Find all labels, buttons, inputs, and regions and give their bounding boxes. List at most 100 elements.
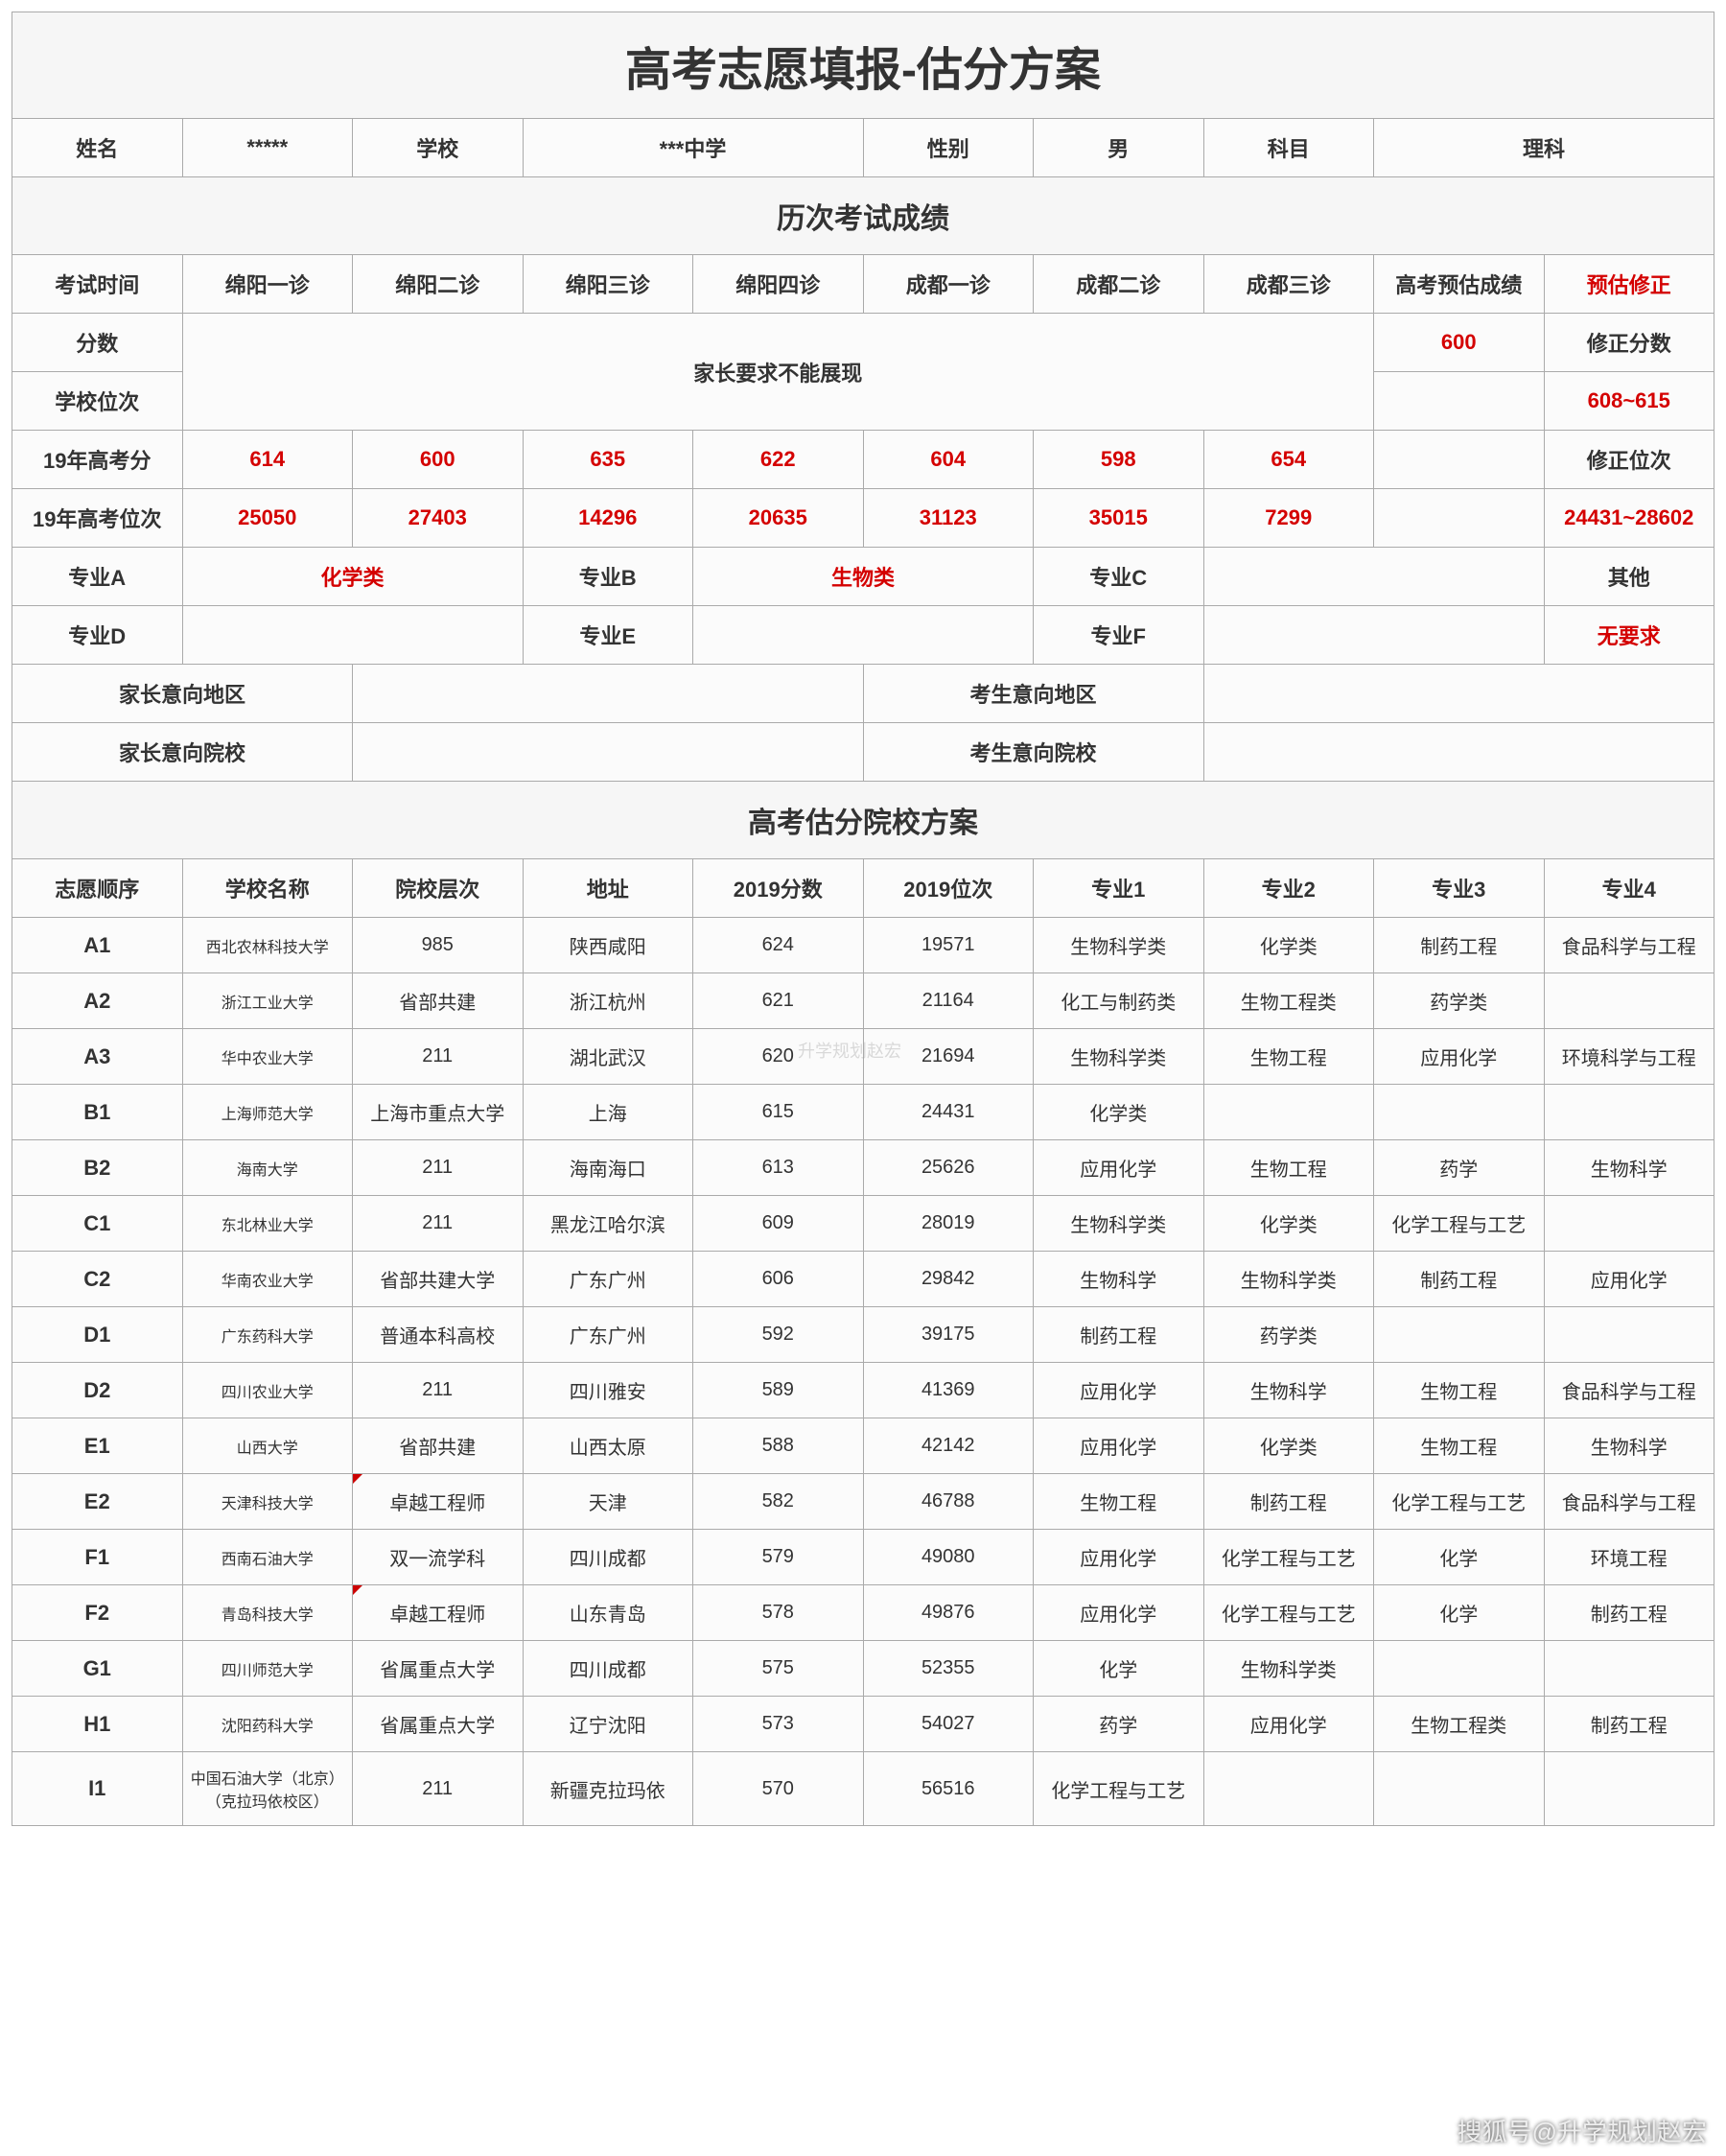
data-cell — [1544, 1196, 1714, 1252]
order-cell: A2 — [12, 973, 183, 1029]
corr-score-label: 修正分数 — [1544, 314, 1714, 372]
data-cell: 应用化学 — [1034, 1140, 1204, 1196]
major-none: 无要求 — [1544, 606, 1714, 665]
order-cell: F2 — [12, 1585, 183, 1641]
data-cell: 浙江工业大学 — [182, 973, 353, 1029]
table-row: F2青岛科技大学卓越工程师山东青岛57849876应用化学化学工程与工艺化学制药… — [12, 1585, 1714, 1641]
gk-rank-3: 14296 — [523, 489, 693, 548]
gk-rank-1: 25050 — [182, 489, 353, 548]
order-cell: B2 — [12, 1140, 183, 1196]
rank-blank — [1374, 372, 1545, 431]
gk-rank-label: 19年高考位次 — [12, 489, 183, 548]
data-cell: 山西太原 — [523, 1418, 693, 1474]
plan-header-8: 专业3 — [1374, 859, 1545, 918]
gk-score-row: 19年高考分 614 600 635 622 604 598 654 修正位次 — [12, 431, 1714, 489]
data-cell — [1544, 1085, 1714, 1140]
data-cell: 卓越工程师 — [353, 1474, 524, 1530]
gk-rank-6: 35015 — [1034, 489, 1204, 548]
corr-rank-label: 修正位次 — [1544, 431, 1714, 489]
plan-header-0: 志愿顺序 — [12, 859, 183, 918]
order-cell: A3 — [12, 1029, 183, 1085]
gk-score-1: 614 — [182, 431, 353, 489]
data-cell: 21164 — [863, 973, 1034, 1029]
subject-label: 科目 — [1203, 119, 1374, 177]
data-cell: 应用化学 — [1034, 1585, 1204, 1641]
student-school-label: 考生意向院校 — [863, 723, 1203, 782]
table-row: B1上海师范大学上海市重点大学上海61524431化学类 — [12, 1085, 1714, 1140]
data-cell: 54027 — [863, 1697, 1034, 1752]
gender-value: 男 — [1034, 119, 1204, 177]
gk-rank-5: 31123 — [863, 489, 1034, 548]
data-cell: 省属重点大学 — [353, 1641, 524, 1697]
school-label: 学校 — [353, 119, 524, 177]
data-cell: 589 — [693, 1363, 864, 1418]
data-cell: 生物科学类 — [1034, 1196, 1204, 1252]
data-cell: 生物科学 — [1203, 1363, 1374, 1418]
data-cell: 39175 — [863, 1307, 1034, 1363]
score-row: 分数 家长要求不能展现 600 修正分数 — [12, 314, 1714, 372]
table-row: A3华中农业大学211湖北武汉62021694生物科学类生物工程应用化学环境科学… — [12, 1029, 1714, 1085]
data-cell: 青岛科技大学 — [182, 1585, 353, 1641]
table-row: B2海南大学211海南海口61325626应用化学生物工程药学生物科学 — [12, 1140, 1714, 1196]
data-cell: 56516 — [863, 1752, 1034, 1826]
data-cell: 生物工程 — [1374, 1418, 1545, 1474]
data-cell: 生物科学类 — [1203, 1252, 1374, 1307]
major-a: 化学类 — [182, 548, 523, 606]
data-cell: 生物科学 — [1544, 1140, 1714, 1196]
exam-section-header: 历次考试成绩 — [12, 177, 1714, 255]
gk-score-4: 622 — [693, 431, 864, 489]
parent-hidden: 家长要求不能展现 — [182, 314, 1374, 431]
data-cell: 海南大学 — [182, 1140, 353, 1196]
gk-rank-blank — [1374, 489, 1545, 548]
data-cell: 24431 — [863, 1085, 1034, 1140]
gk-score-5: 604 — [863, 431, 1034, 489]
exam-col-6: 成都二诊 — [1034, 255, 1204, 314]
data-cell: 化学类 — [1034, 1085, 1204, 1140]
footer-attribution: 搜狐号@升学规划赵宏 — [1458, 2113, 1707, 2148]
data-cell: 52355 — [863, 1641, 1034, 1697]
order-cell: A1 — [12, 918, 183, 973]
gk-score-label: 19年高考分 — [12, 431, 183, 489]
data-cell: 海南海口 — [523, 1140, 693, 1196]
student-area — [1203, 665, 1714, 723]
data-cell: 25626 — [863, 1140, 1034, 1196]
data-cell — [1544, 1307, 1714, 1363]
table-row: A1西北农林科技大学985陕西咸阳62419571生物科学类化学类制药工程食品科… — [12, 918, 1714, 973]
data-cell: 食品科学与工程 — [1544, 918, 1714, 973]
data-cell — [1374, 1307, 1545, 1363]
intent-area-row: 家长意向地区 考生意向地区 — [12, 665, 1714, 723]
order-cell: H1 — [12, 1697, 183, 1752]
order-cell: D1 — [12, 1307, 183, 1363]
exam-time-label: 考试时间 — [12, 255, 183, 314]
data-cell: 582 — [693, 1474, 864, 1530]
data-cell: 中国石油大学（北京）（克拉玛依校区） — [182, 1752, 353, 1826]
exam-header-row: 考试时间 绵阳一诊 绵阳二诊 绵阳三诊 绵阳四诊 成都一诊 成都二诊 成都三诊 … — [12, 255, 1714, 314]
exam-col-5: 成都一诊 — [863, 255, 1034, 314]
data-cell: 211 — [353, 1140, 524, 1196]
data-cell: 制药工程 — [1203, 1474, 1374, 1530]
corr-rank: 24431~28602 — [1544, 489, 1714, 548]
data-cell: 上海 — [523, 1085, 693, 1140]
exam-col-4: 绵阳四诊 — [693, 255, 864, 314]
data-cell: 19571 — [863, 918, 1034, 973]
data-cell: 应用化学 — [1203, 1697, 1374, 1752]
data-cell: 双一流学科 — [353, 1530, 524, 1585]
major-row-1: 专业A 化学类 专业B 生物类 专业C 其他 — [12, 548, 1714, 606]
order-cell: B1 — [12, 1085, 183, 1140]
school-value: ***中学 — [523, 119, 863, 177]
data-cell: 生物工程 — [1203, 1029, 1374, 1085]
data-cell: 西北农林科技大学 — [182, 918, 353, 973]
data-cell: 211 — [353, 1363, 524, 1418]
data-cell: 广东广州 — [523, 1252, 693, 1307]
data-cell: 化学 — [1034, 1641, 1204, 1697]
major-row-2: 专业D 专业E 专业F 无要求 — [12, 606, 1714, 665]
table-row: D2四川农业大学211四川雅安58941369应用化学生物科学生物工程食品科学与… — [12, 1363, 1714, 1418]
gk-rank-4: 20635 — [693, 489, 864, 548]
major-other-label: 其他 — [1544, 548, 1714, 606]
name-label: 姓名 — [12, 119, 183, 177]
data-cell: 化学类 — [1203, 918, 1374, 973]
data-cell: 49080 — [863, 1530, 1034, 1585]
gender-label: 性别 — [863, 119, 1034, 177]
parent-school-label: 家长意向院校 — [12, 723, 353, 782]
major-d-label: 专业D — [12, 606, 183, 665]
